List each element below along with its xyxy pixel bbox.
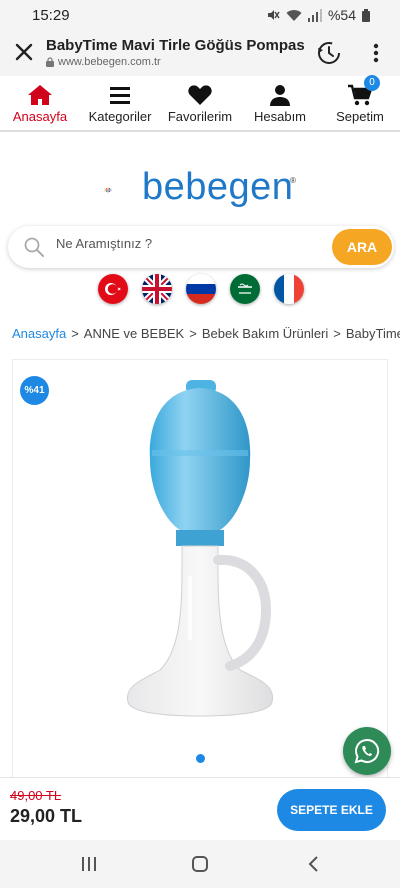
carousel-indicator[interactable] [196,754,205,763]
wifi-icon [286,9,302,21]
back-icon[interactable] [305,855,323,873]
purchase-bar: 49,00 TL 29,00 TL SEPETE EKLE [0,777,400,840]
search-bar: ARA [8,226,394,268]
current-price: 29,00 TL [10,806,83,826]
status-icons: %54 [266,7,370,23]
heart-icon [188,85,212,105]
flag-tr-icon[interactable] [98,274,128,304]
whatsapp-icon [354,738,380,764]
system-nav-bar [0,840,400,888]
nav-item-cart[interactable]: 0 Sepetim [320,75,400,130]
more-options-icon[interactable] [368,41,384,65]
url-bar[interactable]: www.bebegen.com.tr [46,56,161,68]
recent-apps-icon[interactable] [80,855,98,873]
old-price: 49,00 TL [10,788,62,803]
status-time: 15:29 [32,7,70,24]
breadcrumb-separator: > [71,326,79,341]
search-icon [24,237,44,257]
history-icon[interactable] [315,39,343,67]
page-title: BabyTime Mavi Tirle Göğüs Pompası - [46,37,304,54]
nav-label-account: Hesabım [253,109,307,124]
menu-icon [110,87,130,104]
flag-fr-icon[interactable] [274,274,304,304]
discount-badge: %41 [20,376,49,405]
url-text: www.bebegen.com.tr [58,56,161,68]
home-icon [28,85,52,105]
battery-text: %54 [327,7,356,23]
site-nav: Anasayfa Kategoriler Favorilerim Hesabım… [0,75,400,132]
breadcrumb-item[interactable]: BabyTime [346,326,400,341]
nav-item-favorites[interactable]: Favorilerim [160,76,240,130]
language-selector [98,274,304,304]
whatsapp-button[interactable] [343,727,391,775]
breadcrumb-separator: > [189,326,197,341]
add-to-cart-button[interactable]: SEPETE EKLE [277,789,386,831]
nav-item-home[interactable]: Anasayfa [0,76,80,130]
nav-label-favorites: Favorilerim [167,109,233,124]
breadcrumb-item[interactable]: ANNE ve BEBEK [84,326,184,341]
battery-icon [362,8,370,22]
status-bar: 15:29 %54 [0,0,400,30]
flag-ar-icon[interactable] [230,274,260,304]
breadcrumb-home[interactable]: Anasayfa [12,326,66,341]
signal-icon [307,8,322,22]
nav-item-account[interactable]: Hesabım [240,76,320,130]
logo-text: bebegen [142,166,294,208]
nav-label-categories: Kategoriler [88,109,152,124]
nav-label-cart: Sepetim [336,109,384,124]
flag-ru-icon[interactable] [186,274,216,304]
user-icon [270,85,290,106]
cart-count-badge: 0 [364,75,380,91]
home-button-icon[interactable] [191,855,209,873]
search-button[interactable]: ARA [332,229,392,265]
search-input[interactable] [56,236,326,251]
breadcrumb: Anasayfa > ANNE ve BEBEK > Bebek Bakım Ürünl… [12,326,400,341]
flag-en-icon[interactable] [142,274,172,304]
bebegen-logo[interactable] [104,168,144,212]
nav-label-home: Anasayfa [12,109,68,124]
logo-registered-mark: ® [290,176,296,185]
product-image[interactable] [120,380,280,720]
close-icon[interactable] [12,40,36,64]
lock-icon [46,57,54,67]
nav-item-categories[interactable]: Kategoriler [80,76,160,130]
mute-icon [267,10,280,20]
browser-toolbar: BabyTime Mavi Tirle Göğüs Pompası - www.… [0,30,400,76]
breadcrumb-item[interactable]: Bebek Bakım Ürünleri [202,326,328,341]
breadcrumb-separator: > [333,326,341,341]
